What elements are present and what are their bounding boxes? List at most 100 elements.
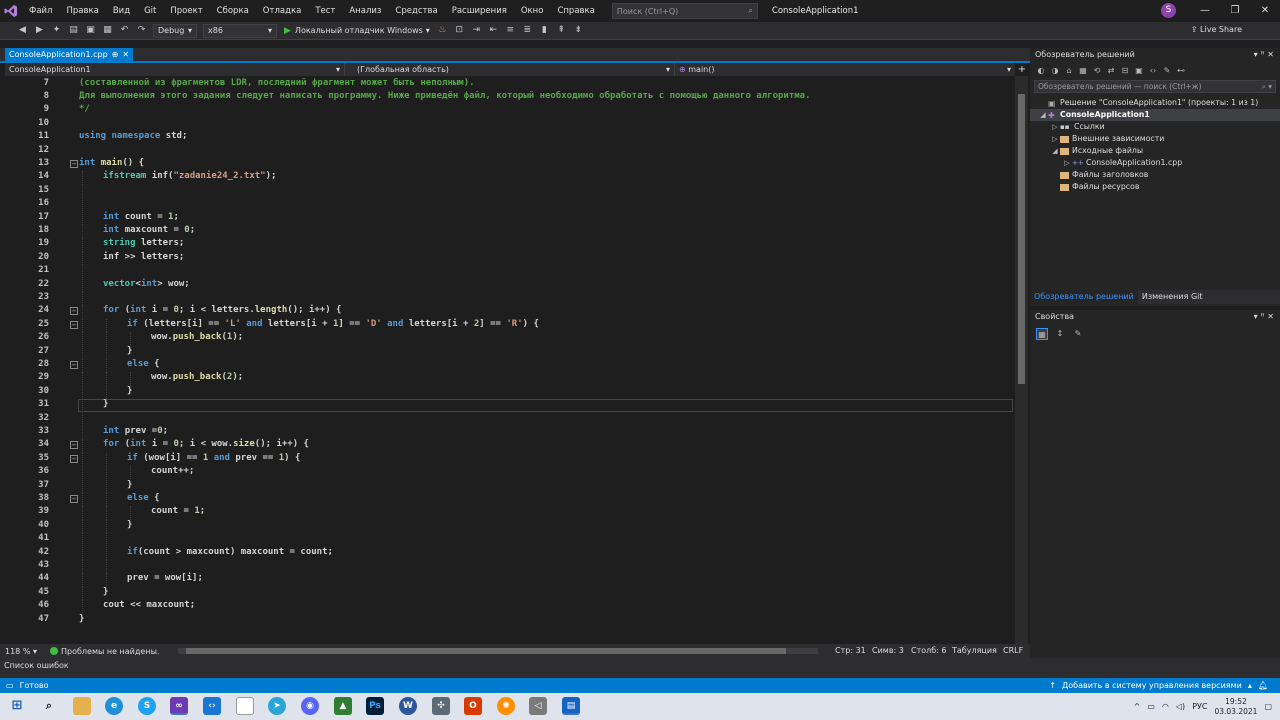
show-all-files-icon[interactable]: ▣ bbox=[1134, 66, 1144, 75]
scrollbar-thumb[interactable] bbox=[1018, 94, 1025, 384]
code-line[interactable]: 25 − if (letters[i] == 'L' and letters[i +… bbox=[0, 318, 1015, 333]
pending-changes-icon[interactable]: ⟲ bbox=[1092, 66, 1102, 75]
chevron-down-icon[interactable]: ▾ bbox=[1254, 312, 1258, 321]
menu-item[interactable]: Проект bbox=[163, 0, 209, 22]
code-line[interactable]: 30} bbox=[0, 385, 1015, 400]
tab-solution-explorer[interactable]: Обозреватель решений bbox=[1030, 290, 1138, 304]
line-endings[interactable]: CRLF bbox=[1003, 644, 1023, 658]
expanded-arrow-icon[interactable]: ◢ bbox=[1050, 145, 1060, 157]
search-icon[interactable]: ⌕ bbox=[40, 697, 58, 715]
code-line[interactable]: 39 count = 1; bbox=[0, 506, 1015, 520]
tree-item[interactable]: Файлы заголовков bbox=[1030, 169, 1280, 181]
language-indicator[interactable]: РУС bbox=[1192, 702, 1207, 711]
menu-item[interactable]: Тест bbox=[308, 0, 342, 22]
properties-icon[interactable]: ✎ bbox=[1162, 66, 1172, 75]
tools-icon[interactable]: ✣ bbox=[432, 697, 450, 715]
close-icon[interactable]: ✕ bbox=[1250, 0, 1280, 22]
app-icon[interactable]: ▲ bbox=[334, 697, 352, 715]
code-line[interactable]: 14 ifstream inf("zadanie24_2.txt"); bbox=[0, 171, 1015, 185]
editor-horizontal-scrollbar[interactable] bbox=[178, 648, 818, 654]
collapse-all-icon[interactable]: ⊟ bbox=[1120, 66, 1130, 75]
menu-item[interactable]: Справка bbox=[550, 0, 601, 22]
project-select[interactable]: ConsoleApplication1 ▾ bbox=[5, 63, 345, 76]
code-line[interactable]: 7 (составленной из фрагментов LDR, послед… bbox=[0, 78, 1015, 91]
scrollbar-thumb[interactable] bbox=[186, 648, 786, 654]
open-icon[interactable]: ▤ bbox=[67, 24, 80, 37]
code-line[interactable]: 26 wow.push_back(1); bbox=[0, 332, 1015, 346]
tree-item[interactable]: ◢ ✚ ConsoleApplication1 bbox=[1030, 109, 1280, 121]
code-line[interactable]: 33 int prev =0; bbox=[0, 425, 1015, 440]
tree-item[interactable]: ▣ Решение "ConsoleApplication1" (проекты:… bbox=[1030, 97, 1280, 109]
code-line[interactable]: 46 cout << maxcount; bbox=[0, 600, 1015, 614]
tab-mode[interactable]: Табуляция bbox=[952, 644, 997, 658]
close-icon[interactable]: ✕ bbox=[122, 48, 129, 62]
code-line[interactable]: 38 − else { bbox=[0, 492, 1015, 507]
visual-studio-logo-icon[interactable] bbox=[0, 0, 22, 22]
edge-icon[interactable]: e bbox=[105, 697, 123, 715]
uncomment-icon[interactable]: ≣ bbox=[521, 24, 534, 37]
code-line[interactable]: 19 string letters; bbox=[0, 238, 1015, 252]
chevron-down-icon[interactable]: ▾ bbox=[1254, 50, 1258, 59]
code-line[interactable]: 40} bbox=[0, 519, 1015, 534]
code-line[interactable]: 8 Для выполнения этого задания следует на… bbox=[0, 91, 1015, 104]
bookmark-prev-icon[interactable]: ⇞ bbox=[555, 24, 568, 37]
menu-item[interactable]: Правка bbox=[59, 0, 105, 22]
code-line[interactable]: 45} bbox=[0, 586, 1015, 601]
code-line[interactable]: 11 using namespace std; bbox=[0, 131, 1015, 144]
code-line[interactable]: 21 bbox=[0, 265, 1015, 279]
tree-item[interactable]: ▷ ++ ConsoleApplication1.cpp bbox=[1030, 157, 1280, 169]
app2-icon[interactable]: ◁ bbox=[529, 697, 547, 715]
error-list-tab[interactable]: Список ошибок bbox=[0, 658, 1280, 678]
code-line[interactable]: 27} bbox=[0, 345, 1015, 359]
code-view-icon[interactable]: ‹› bbox=[1148, 66, 1158, 75]
windows-start-icon[interactable]: ⊞ bbox=[8, 697, 26, 715]
menu-item[interactable]: Отладка bbox=[256, 0, 309, 22]
code-line[interactable]: 28 − else { bbox=[0, 358, 1015, 373]
discord-icon[interactable]: ◉ bbox=[301, 697, 319, 715]
collapse-icon[interactable]: − bbox=[70, 159, 78, 168]
step-icon[interactable]: ⇥ bbox=[470, 24, 483, 37]
office-icon[interactable]: O bbox=[464, 697, 482, 715]
blender-icon[interactable]: ✺ bbox=[497, 697, 515, 715]
scope-select[interactable]: (Глобальная область) ▾ bbox=[345, 63, 675, 76]
file-explorer-icon[interactable] bbox=[73, 697, 91, 715]
notepad-icon[interactable] bbox=[236, 697, 254, 715]
undo-icon[interactable]: ↶ bbox=[118, 24, 131, 37]
sync-icon[interactable]: ⇄ bbox=[1106, 66, 1116, 75]
back-icon[interactable]: ◀ bbox=[16, 24, 29, 37]
chevron-up-icon[interactable]: ^ bbox=[1134, 702, 1141, 711]
battery-icon[interactable]: ▭ bbox=[1147, 702, 1155, 711]
collapsed-arrow-icon[interactable]: ▷ bbox=[1050, 133, 1060, 145]
code-line[interactable]: 42 if(count > maxcount) maxcount = count; bbox=[0, 546, 1015, 560]
code-line[interactable]: 41 bbox=[0, 533, 1015, 547]
maximize-icon[interactable]: ❐ bbox=[1220, 0, 1250, 22]
pin-icon[interactable]: ⊕ bbox=[112, 48, 119, 62]
collapse-icon[interactable]: − bbox=[70, 307, 78, 316]
tab-consoleapplication1-cpp[interactable]: ConsoleApplication1.cpp ⊕ ✕ bbox=[5, 48, 134, 62]
solution-search-input[interactable]: Обозреватель решений — поиск (Ctrl+ж) ⌕ … bbox=[1034, 80, 1276, 93]
comment-icon[interactable]: ≡ bbox=[504, 24, 517, 37]
tree-item[interactable]: ▷ Внешние зависимости bbox=[1030, 133, 1280, 145]
member-select[interactable]: ⊕ main() ▾ bbox=[675, 63, 1015, 76]
volume-icon[interactable]: ◁) bbox=[1176, 702, 1185, 711]
collapse-icon[interactable]: − bbox=[70, 441, 78, 450]
menu-item[interactable]: Вид bbox=[106, 0, 137, 22]
forward-icon[interactable]: ◑ bbox=[1050, 66, 1060, 75]
code-line[interactable]: 24 − for (int i = 0; i < letters.length();… bbox=[0, 305, 1015, 319]
code-line[interactable]: 23 bbox=[0, 291, 1015, 306]
menu-item[interactable]: Git bbox=[137, 0, 163, 22]
code-line[interactable]: 20 inf >> letters; bbox=[0, 251, 1015, 266]
account-avatar[interactable]: S bbox=[1161, 3, 1176, 18]
expanded-arrow-icon[interactable]: ◢ bbox=[1038, 109, 1048, 121]
indent-icon[interactable]: ⇤ bbox=[487, 24, 500, 37]
switch-views-icon[interactable]: ▦ bbox=[1078, 66, 1088, 75]
code-line[interactable]: 15 bbox=[0, 184, 1015, 199]
document-icon[interactable]: ▤ bbox=[562, 697, 580, 715]
code-line[interactable]: 29 wow.push_back(2); bbox=[0, 372, 1015, 386]
tab-git-changes[interactable]: Изменения Git bbox=[1138, 290, 1207, 304]
code-line[interactable]: 34 − for (int i = 0; i < wow.size(); i++) … bbox=[0, 439, 1015, 453]
close-icon[interactable]: ✕ bbox=[1267, 50, 1274, 59]
collapse-icon[interactable]: − bbox=[70, 320, 78, 329]
code-line[interactable]: 36 count++; bbox=[0, 466, 1015, 480]
code-line[interactable]: 12 bbox=[0, 145, 1015, 158]
